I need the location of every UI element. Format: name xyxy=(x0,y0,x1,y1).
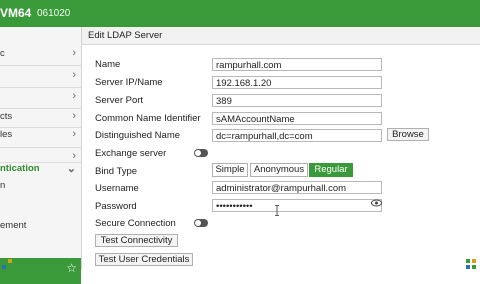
sidebar-item-label: c xyxy=(0,48,5,59)
server-ip-value: 192.168.1.20 xyxy=(216,77,272,89)
dots-grid-icon xyxy=(2,259,12,269)
sidebar-subitem[interactable]: ement xyxy=(0,219,81,233)
name-label: Name xyxy=(95,59,121,70)
sidebar-item[interactable]: › xyxy=(0,90,81,104)
top-bar: VM64 061020 xyxy=(0,0,480,27)
sidebar-item[interactable]: les › xyxy=(0,128,81,142)
star-icon[interactable]: ☆ xyxy=(66,261,77,275)
divider xyxy=(0,87,81,88)
bind-option-regular[interactable]: Regular xyxy=(309,163,353,177)
sidebar-item[interactable]: c › xyxy=(0,47,81,61)
sidebar-item[interactable]: › xyxy=(0,69,81,83)
dots-grid-icon xyxy=(466,259,476,269)
sidebar-item-label: cts xyxy=(0,111,13,122)
username-value: administrator@rampurhall.com xyxy=(216,182,347,194)
secure-connection-toggle[interactable] xyxy=(194,219,208,227)
cn-identifier-value: sAMAccountName xyxy=(216,113,295,125)
cn-identifier-field[interactable]: sAMAccountName xyxy=(212,112,382,125)
device-model: VM64 xyxy=(0,6,32,20)
chevron-right-icon: › xyxy=(72,128,76,140)
chevron-right-icon: › xyxy=(72,90,76,102)
server-port-value: 389 xyxy=(216,95,232,107)
device-serial: 061020 xyxy=(37,8,71,19)
server-port-field[interactable]: 389 xyxy=(212,94,382,107)
name-value: rampurhall.com xyxy=(216,59,282,71)
sidebar-item[interactable]: cts › xyxy=(0,110,81,124)
secure-connection-label: Secure Connection xyxy=(95,218,176,229)
sidebar-item-authentication[interactable]: ntication ⌄ xyxy=(0,162,81,176)
server-port-label: Server Port xyxy=(95,95,144,106)
chevron-right-icon: › xyxy=(72,150,76,162)
chevron-right-icon: › xyxy=(72,69,76,81)
server-ip-label: Server IP/Name xyxy=(95,77,163,88)
server-ip-field[interactable]: 192.168.1.20 xyxy=(212,76,382,89)
distinguished-name-field[interactable]: dc=rampurhall,dc=com xyxy=(212,129,382,142)
password-value: ••••••••••• xyxy=(216,200,253,212)
test-connectivity-button[interactable]: Test Connectivity xyxy=(95,234,178,247)
page-title: Edit LDAP Server xyxy=(88,30,163,41)
sidebar-subitem[interactable]: n xyxy=(0,179,81,193)
sidebar-item-label: ntication xyxy=(0,163,40,174)
bind-option-simple[interactable]: Simple xyxy=(212,163,248,177)
divider xyxy=(0,65,81,66)
divider xyxy=(0,147,81,148)
divider xyxy=(0,108,81,109)
chevron-right-icon: › xyxy=(72,110,76,122)
sidebar-item-label: ement xyxy=(0,220,27,231)
sidebar-item-selected[interactable]: ☆ xyxy=(0,258,81,284)
distinguished-name-label: Distinguished Name xyxy=(95,130,181,141)
eye-icon[interactable] xyxy=(371,199,382,210)
sidebar-item-label: les xyxy=(0,129,13,140)
exchange-server-label: Exchange server xyxy=(95,148,167,159)
exchange-server-toggle[interactable] xyxy=(194,149,208,157)
bind-option-anonymous[interactable]: Anonymous xyxy=(250,163,308,177)
chevron-right-icon: › xyxy=(72,47,76,59)
password-field[interactable]: ••••••••••• xyxy=(212,199,382,212)
name-field[interactable]: rampurhall.com xyxy=(212,58,382,71)
sidebar-item-label: n xyxy=(0,180,6,191)
sidebar: c › › › cts › les › › ntication ⌄ n emen… xyxy=(0,27,82,284)
page-header: Edit LDAP Server xyxy=(82,27,480,45)
cn-identifier-label: Common Name Identifier xyxy=(95,113,201,124)
browse-button[interactable]: Browse xyxy=(387,128,429,141)
distinguished-name-value: dc=rampurhall,dc=com xyxy=(216,130,313,142)
chevron-down-icon: ⌄ xyxy=(66,163,76,175)
username-field[interactable]: administrator@rampurhall.com xyxy=(212,181,382,194)
bind-type-label: Bind Type xyxy=(95,166,138,177)
password-label: Password xyxy=(95,201,137,212)
username-label: Username xyxy=(95,183,139,194)
text-cursor-icon xyxy=(275,205,279,216)
test-user-credentials-button[interactable]: Test User Credentials xyxy=(95,253,193,266)
